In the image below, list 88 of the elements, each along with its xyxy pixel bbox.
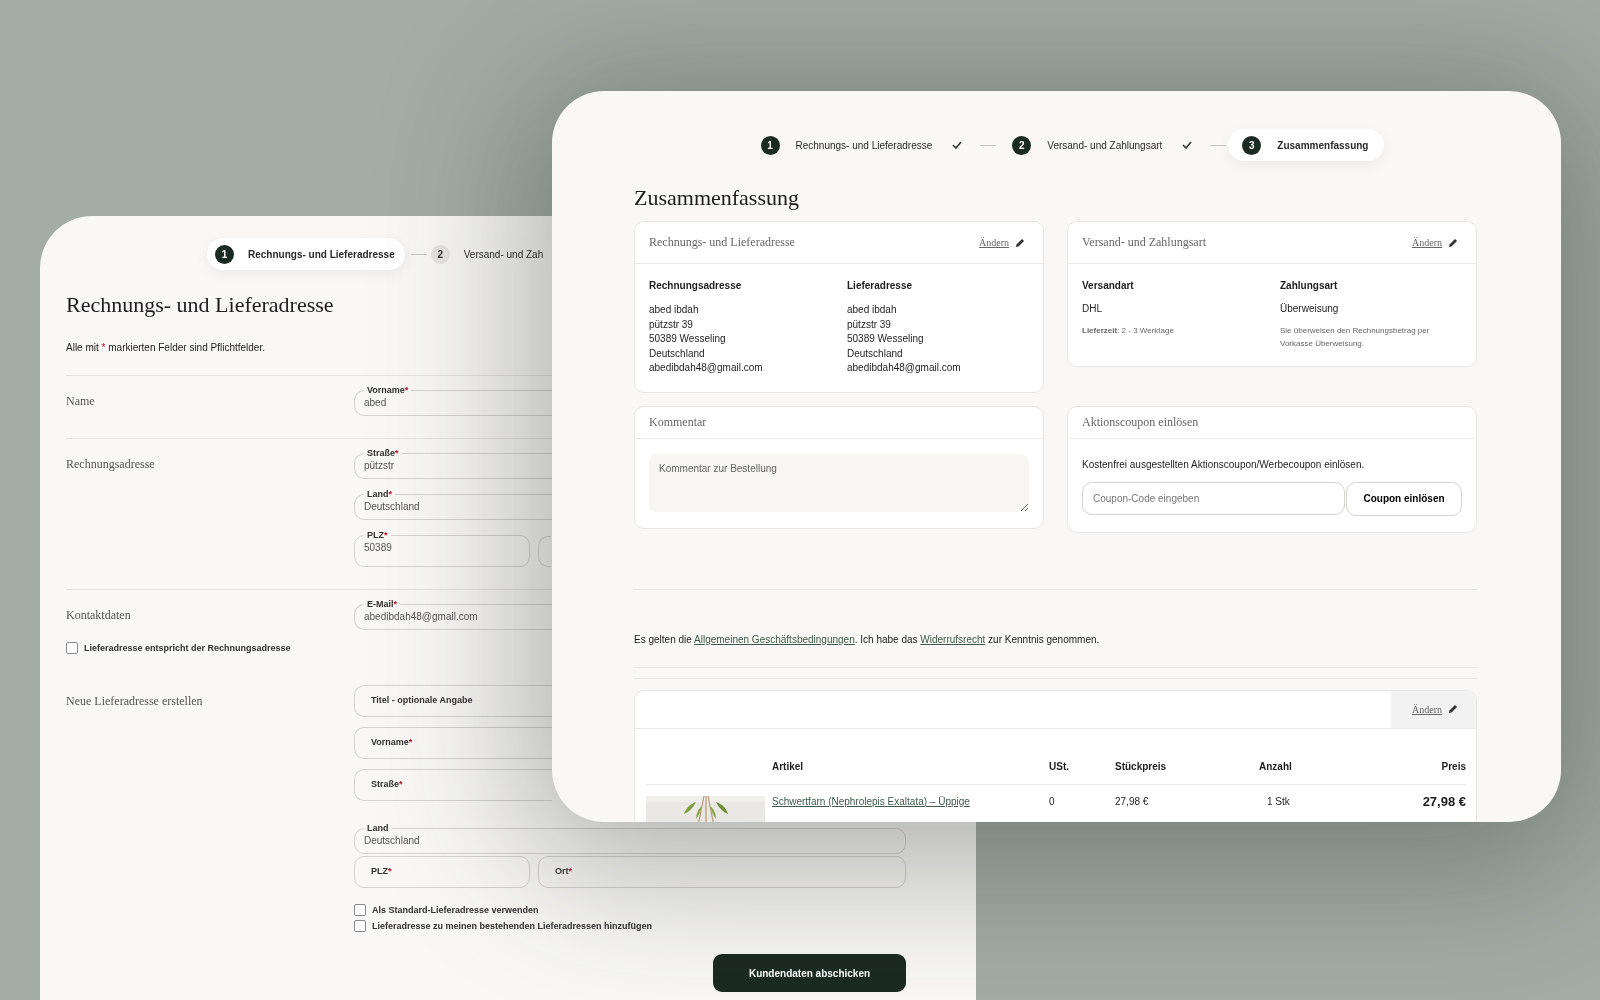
column-header: Preis: [1440, 760, 1466, 772]
checkbox[interactable]: [354, 920, 366, 932]
input-field[interactable]: Vorname*: [354, 727, 552, 759]
input-field[interactable]: Ort*: [538, 856, 906, 888]
option-note: Lieferzeit: 2 - 3 Werktage: [1082, 325, 1175, 337]
table-cell-text: 27,98 €: [1421, 793, 1466, 809]
step-label: Rechnungs- und Lieferadresse: [248, 248, 395, 260]
card-title: Versand- und Zahlungsart: [1082, 235, 1207, 250]
input-field[interactable]: Titel - optionale Angabe: [354, 685, 552, 717]
address-line: abedibdah48@gmail.com: [847, 361, 962, 375]
checkout-step[interactable]: 1 Rechnungs- und Lieferadresse: [746, 129, 979, 161]
input-field[interactable]: Land* Deutschland: [354, 489, 552, 520]
input-field[interactable]: PLZ* 50389: [354, 530, 530, 567]
coupon-field[interactable]: Coupon-Code eingeben: [1082, 481, 1345, 515]
check-icon: [952, 141, 963, 149]
input-field[interactable]: Vorname* abed: [354, 385, 552, 416]
page-title: Rechnungs- und Lieferadresse: [66, 292, 334, 318]
table-cell-text: 27,98 €: [1115, 795, 1150, 807]
checkbox-label[interactable]: Lieferadresse zu meinen bestehenden Lieferadressen hinzufügen: [372, 921, 653, 931]
withdrawal-link[interactable]: Widerrufsrecht: [920, 633, 986, 645]
checkbox-label[interactable]: Als Standard-Lieferadresse verwenden: [372, 905, 539, 915]
step-label: Versand- und Zah: [463, 248, 544, 260]
option-note: Sie überweisen den Rechnungsbetrag per Vorkasse Überweisung.: [1280, 325, 1431, 350]
column-header: Artikel: [772, 760, 805, 772]
address-line: Deutschland: [847, 346, 904, 361]
edit-link[interactable]: Ändern: [1412, 237, 1442, 248]
checkbox-label[interactable]: Lieferadresse entspricht der Rechnungsadresse: [84, 643, 291, 653]
column-heading: Rechnungsadresse: [649, 280, 743, 291]
checkout-step[interactable]: 1 Rechnungs- und Lieferadresse: [207, 238, 405, 270]
section-label: Rechnungsadresse: [66, 456, 156, 472]
option-value: DHL: [1082, 303, 1103, 314]
step-number: 1: [760, 135, 780, 155]
terms-link[interactable]: Allgemeinen Geschäftsbedingungen: [694, 633, 855, 645]
address-line: 50389 Wesseling: [649, 332, 727, 346]
checkout-step[interactable]: 2 Versand- und Zah: [430, 238, 544, 270]
pencil-icon[interactable]: [1448, 237, 1458, 248]
checkbox[interactable]: [66, 642, 78, 654]
coupon-description: Kostenfrei ausgestellten Aktionscoupon/Werbecoupon einlösen.: [1082, 458, 1366, 470]
checkout-step[interactable]: 3 Zusammenfassung: [1228, 129, 1385, 161]
column-heading: Zahlungsart: [1280, 280, 1339, 291]
input-field[interactable]: Straße* pützstr: [354, 448, 552, 479]
page-title: Zusammenfassung: [634, 185, 799, 211]
column-header: Stückpreis: [1115, 760, 1168, 772]
option-value: Überweisung: [1280, 303, 1340, 314]
table-cell-text: 0: [1049, 795, 1056, 807]
input-field[interactable]: Straße*: [354, 769, 552, 801]
coupon-button[interactable]: Coupon einlösen: [1346, 481, 1462, 516]
pencil-icon[interactable]: [1448, 704, 1458, 714]
checkbox[interactable]: [354, 904, 366, 916]
address-line: abedibdah48@gmail.com: [649, 361, 764, 375]
check-icon: [1182, 141, 1193, 149]
required-note: Alle mit * markierten Felder sind Pflichtfelder.: [66, 342, 265, 353]
address-line: pützstr 39: [847, 317, 892, 332]
edit-link[interactable]: Ändern: [979, 237, 1009, 248]
step-number: 1: [215, 244, 234, 264]
step-label: Versand- und Zahlungsart: [1047, 139, 1163, 151]
submit-button[interactable]: Kundendaten abschicken: [713, 954, 906, 992]
column-heading: Versandart: [1082, 280, 1135, 291]
table-cell-text: 1 Stk: [1266, 795, 1291, 807]
input-field[interactable]: [538, 536, 551, 567]
step-number: 2: [1012, 135, 1032, 155]
step-number: 3: [1242, 135, 1262, 155]
address-line: 50389 Wesseling: [847, 332, 925, 346]
step-number: 2: [430, 244, 450, 264]
input-field[interactable]: PLZ*: [354, 856, 530, 888]
card-title: Aktionscoupon einlösen: [1082, 414, 1200, 430]
card-title: Kommentar: [649, 414, 708, 430]
column-header: Anzahl: [1259, 760, 1293, 772]
card-title: Rechnungs- und Lieferadresse: [649, 235, 796, 250]
address-line: pützstr 39: [649, 317, 694, 332]
address-line: abed ibdah: [847, 303, 898, 317]
column-header: USt.: [1049, 760, 1070, 772]
input-field[interactable]: E-Mail* abedibdah48@gmail.com: [354, 599, 552, 630]
edit-link[interactable]: Ändern: [1412, 703, 1442, 715]
address-line: Deutschland: [649, 346, 706, 361]
product-link[interactable]: Schwertfarn (Nephrolepis Exaltata) – Üppige: [772, 795, 1049, 807]
section-label: Kontaktdaten: [66, 607, 132, 623]
column-heading: Lieferadresse: [847, 280, 914, 291]
terms-text: Es gelten die Allgemeinen Geschäftsbedingungen. Ich habe das Widerrufsrecht zur Kenntnis genommen.: [634, 633, 1101, 645]
step-label: Zusammenfassung: [1277, 139, 1369, 151]
section-label: Neue Lieferadresse erstellen: [66, 693, 204, 709]
checkout-step[interactable]: 2 Versand- und Zahlungsart: [998, 129, 1209, 161]
step-label: Rechnungs- und Lieferadresse: [795, 139, 933, 151]
pencil-icon[interactable]: [1015, 237, 1025, 248]
section-label: Name: [66, 393, 96, 409]
comment-field[interactable]: Kommentar zur Bestellung: [649, 453, 1029, 512]
input-field[interactable]: Land Deutschland: [354, 823, 906, 854]
address-line: abed ibdah: [649, 303, 700, 317]
